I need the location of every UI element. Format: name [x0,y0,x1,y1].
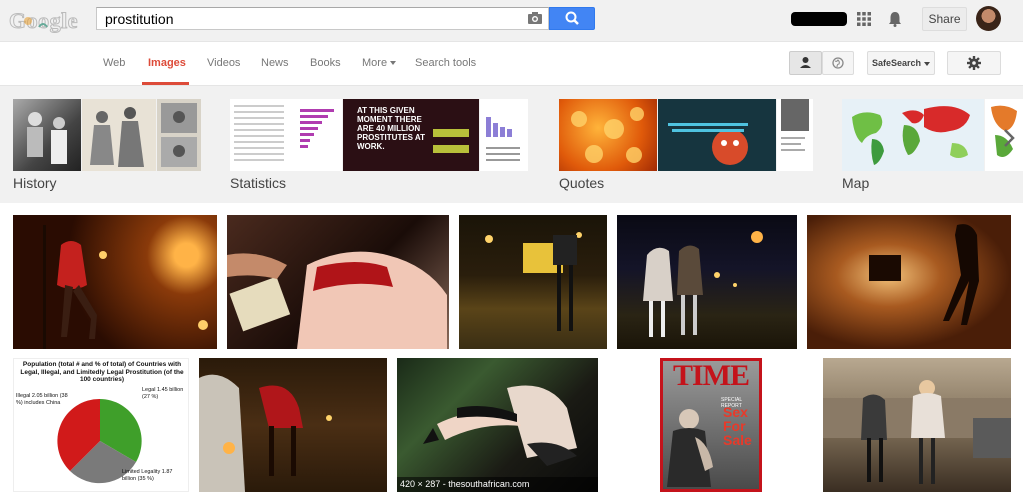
search-icon [565,11,579,25]
gear-icon [967,56,981,70]
chevron-right-icon[interactable] [1000,126,1018,150]
settings-button[interactable] [947,51,1001,75]
image-result[interactable] [227,215,449,349]
globe-icon [832,57,844,69]
redacted-account-name [791,12,847,26]
related-map[interactable] [842,99,1023,171]
person-icon [800,57,811,68]
tab-books[interactable]: Books [310,57,341,69]
tab-images[interactable]: Images [148,57,186,69]
image-result[interactable] [823,358,1011,492]
chevron-down-icon [924,61,931,66]
statistics-thumb-3 [480,99,528,171]
related-searches-strip: History AT THIS GIVEN MOMENT THERE ARE 4… [0,86,1023,203]
quotes-thumb-2 [658,99,776,171]
image-caption: 420 × 287 - thesouthafrican.com [397,477,598,492]
image-result[interactable] [13,215,217,349]
image-result-time-cover[interactable]: TIME SPECIAL REPORT Sex For Sale [608,358,813,492]
chart-label-illegal: Illegal 2.05 billion (38 %) includes Chi… [16,393,68,406]
tab-web[interactable]: Web [103,57,125,69]
chart-label-limited: Limited Legality 1.87 billion (35 %) [122,469,173,482]
statistics-thumb-1 [230,99,342,171]
time-masthead: TIME [672,359,750,392]
image-result[interactable] [807,215,1011,349]
time-cover: TIME SPECIAL REPORT Sex For Sale [660,358,762,492]
chart-label-legal: Legal 1.45 billion (27 %) [142,387,184,400]
tab-more-label: More [362,57,388,69]
chevron-down-icon [390,61,397,66]
image-result-chart[interactable]: Population (total # and % of total) of C… [13,358,189,492]
time-headline: Sex For Sale [723,404,752,448]
history-thumb-1 [13,99,81,171]
camera-icon[interactable] [528,12,542,24]
global-results-button[interactable] [822,51,854,75]
quotes-thumb-1 [559,99,657,171]
search-button[interactable] [549,7,595,30]
active-tab-indicator [142,82,189,85]
related-label-statistics[interactable]: Statistics [230,175,286,191]
tab-search-tools[interactable]: Search tools [415,57,476,69]
related-quotes[interactable] [559,99,813,171]
map-thumb-1 [842,99,984,171]
statistics-thumb-2: AT THIS GIVEN MOMENT THERE ARE 40 MILLIO… [343,99,479,171]
image-result[interactable] [459,215,607,349]
image-result[interactable] [617,215,797,349]
nav-bar: Web Images Videos News Books More Search… [0,42,1023,86]
svg-text:Google: Google [9,8,78,33]
related-statistics[interactable]: AT THIS GIVEN MOMENT THERE ARE 40 MILLIO… [230,99,528,171]
top-bar: Google Share [0,0,1023,42]
tab-more[interactable]: More [362,57,397,69]
related-label-map[interactable]: Map [842,175,869,191]
bell-icon[interactable] [887,11,903,27]
tab-news[interactable]: News [261,57,289,69]
search-field-wrapper [96,7,549,30]
tab-videos[interactable]: Videos [207,57,240,69]
search-input[interactable] [97,8,517,29]
apps-icon[interactable] [857,12,871,26]
safesearch-label: SafeSearch [871,58,922,68]
history-thumb-3 [157,99,201,171]
statistics-thumb-2-text: AT THIS GIVEN MOMENT THERE ARE 40 MILLIO… [357,106,425,151]
logo-graphic: Google [9,8,79,34]
related-history[interactable] [13,99,201,171]
share-button[interactable]: Share [922,7,967,31]
personal-results-button[interactable] [789,51,822,75]
avatar[interactable] [976,6,1001,31]
quotes-thumb-3 [777,99,813,171]
google-logo[interactable]: Google [9,7,81,34]
history-thumb-2 [82,99,156,171]
related-label-history[interactable]: History [13,175,57,191]
image-result[interactable] [199,358,387,492]
image-result-hovered[interactable]: 420 × 287 - thesouthafrican.com [397,358,598,492]
related-label-quotes[interactable]: Quotes [559,175,604,191]
safesearch-button[interactable]: SafeSearch [867,51,935,75]
